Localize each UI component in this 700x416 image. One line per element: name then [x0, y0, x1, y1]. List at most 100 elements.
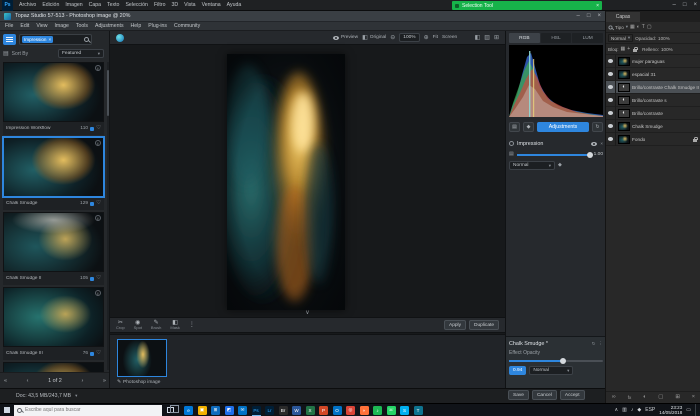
crop-tool[interactable]: ✂ Crop: [116, 320, 125, 331]
layer-name[interactable]: Brillo/contraste Chalk Smudge II: [632, 85, 700, 90]
first-page-icon[interactable]: «: [4, 378, 7, 384]
opacity-slider[interactable]: [517, 154, 591, 156]
search-icon[interactable]: [84, 37, 89, 42]
menu-ayuda[interactable]: Ayuda: [227, 2, 242, 8]
fit-button[interactable]: Fit: [433, 35, 438, 40]
layer-row[interactable]: Chalk Smudge: [606, 120, 700, 133]
notification-center-icon[interactable]: ▭: [686, 408, 691, 413]
layer-row[interactable]: espacial 31: [606, 68, 700, 81]
save-button[interactable]: Save: [508, 390, 529, 400]
single-view-icon[interactable]: ◧: [475, 35, 481, 41]
more-options-icon[interactable]: ⋮: [189, 322, 195, 328]
tab-lum[interactable]: LUM: [572, 33, 603, 43]
zoom-out-icon[interactable]: ⊖: [390, 35, 395, 41]
visibility-toggle[interactable]: [606, 68, 616, 81]
preset-search-input[interactable]: Impression ×: [19, 34, 92, 45]
edit-icon[interactable]: ✎: [117, 380, 121, 385]
basic-adjustments-icon[interactable]: ▤: [509, 122, 520, 132]
taskbar-icon-excel[interactable]: X: [305, 404, 316, 416]
cancel-button[interactable]: Cancel: [532, 390, 557, 400]
taskbar-icon-skype[interactable]: S: [399, 404, 410, 416]
adjustments-button[interactable]: Adjustments: [537, 122, 589, 132]
menu-tools[interactable]: Tools: [76, 23, 88, 29]
tray-battery-icon[interactable]: ◆: [637, 408, 641, 413]
preset-card[interactable]: i Impression Workflow 110 ♡: [3, 62, 104, 135]
search-tag[interactable]: Impression ×: [22, 36, 53, 43]
preset-card[interactable]: i Chalk Smudge II 105 ♡: [3, 212, 104, 285]
tray-expand-icon[interactable]: ∧: [614, 408, 618, 413]
tray-network-icon[interactable]: ▥: [622, 408, 627, 413]
layer-row-background[interactable]: Fondo: [606, 133, 700, 146]
layer-name[interactable]: Brillo/contraste: [632, 111, 700, 116]
brush-tool[interactable]: ✎ Brush: [151, 320, 161, 331]
tray-volume-icon[interactable]: ♪: [631, 408, 634, 413]
maximize-icon[interactable]: □: [683, 2, 687, 8]
layer-thumbnail[interactable]: [618, 57, 630, 66]
taskbar-icon-word[interactable]: W: [291, 404, 302, 416]
taskbar-search[interactable]: [14, 405, 162, 416]
screen-button[interactable]: Screen: [442, 35, 457, 40]
menu-toggle-button[interactable]: [3, 34, 16, 45]
prev-page-icon[interactable]: ‹: [27, 378, 29, 384]
shape-filter-icon[interactable]: ▢: [647, 25, 652, 30]
layer-blend-dropdown[interactable]: Normal ▾: [608, 34, 633, 42]
menu-archivo[interactable]: Archivo: [19, 2, 36, 8]
taskbar-icon-powerpoint[interactable]: P: [318, 404, 329, 416]
zoom-level[interactable]: 100%: [399, 33, 419, 42]
topaz-logo[interactable]: [116, 34, 124, 42]
thumbs-up-icon[interactable]: [90, 277, 94, 281]
layer-name[interactable]: Fondo: [632, 137, 692, 142]
effect-header[interactable]: Chalk Smudge * ↻ ⋮: [509, 339, 603, 349]
preset-card-selected[interactable]: i Chalk Smudge 129 ♡: [3, 137, 104, 210]
canvas-image[interactable]: [227, 54, 345, 310]
lock-position-icon[interactable]: +: [627, 47, 630, 52]
task-view-button[interactable]: [164, 404, 177, 416]
search-input[interactable]: [25, 407, 145, 413]
menu-community[interactable]: Community: [174, 23, 200, 29]
adjustment-layer-icon[interactable]: ◐: [618, 109, 630, 118]
taskbar-icon-lightroom[interactable]: Lr: [264, 404, 275, 416]
collapse-filmstrip-chevron[interactable]: ∨: [110, 310, 505, 316]
lock-pixels-icon[interactable]: ▦: [620, 47, 625, 52]
fill-value[interactable]: 100%: [661, 47, 673, 52]
selection-tool-banner[interactable]: Selection Tool ×: [452, 1, 602, 10]
visibility-toggle[interactable]: [606, 94, 616, 107]
taskbar-icon-whatsapp[interactable]: ☏: [386, 404, 397, 416]
delete-layer-icon[interactable]: ×: [692, 394, 695, 400]
taskbar-icon-firefox[interactable]: ◗: [359, 404, 370, 416]
preset-thumbnail[interactable]: i: [3, 212, 104, 272]
info-icon[interactable]: i: [95, 140, 101, 146]
settings-icon[interactable]: ◆: [558, 163, 562, 168]
zoom-in-icon[interactable]: ⊕: [424, 35, 429, 41]
visibility-eye-icon[interactable]: [591, 142, 597, 146]
effect-opacity-slider[interactable]: [509, 360, 603, 362]
visibility-toggle[interactable]: [606, 81, 616, 94]
menu-plugins[interactable]: Plug-ins: [148, 23, 167, 29]
taskbar-icon-bridge[interactable]: Br: [278, 404, 289, 416]
filter-search-icon[interactable]: [609, 25, 613, 29]
preview-button[interactable]: Preview: [333, 35, 358, 40]
menu-help[interactable]: Help: [131, 23, 142, 29]
show-desktop-button[interactable]: [695, 404, 698, 416]
menu-ventana[interactable]: Ventana: [202, 2, 221, 8]
layer-style-icon[interactable]: fx: [628, 395, 632, 400]
sort-dropdown[interactable]: Featured ▾: [58, 49, 104, 58]
visibility-toggle[interactable]: [606, 107, 616, 120]
menu-dots-icon[interactable]: ⋮: [599, 341, 604, 347]
next-page-icon[interactable]: ›: [81, 378, 83, 384]
taskbar-icon-outlook[interactable]: O: [332, 404, 343, 416]
menu-image[interactable]: Image: [54, 23, 68, 29]
taskbar-icon-store[interactable]: ⊞: [210, 404, 221, 416]
layer-thumbnail[interactable]: [618, 70, 630, 79]
minimize-icon[interactable]: –: [577, 13, 580, 19]
taskbar-icon-chrome[interactable]: ◎: [345, 404, 356, 416]
opacity-value[interactable]: 100%: [658, 36, 670, 41]
topaz-titlebar[interactable]: Topaz Studio 57-513 - Photoshop image @ …: [0, 11, 605, 22]
tab-rgb[interactable]: RGB: [509, 33, 540, 43]
heart-icon[interactable]: ♡: [96, 351, 101, 357]
mask-tool[interactable]: ◧ Mask: [170, 320, 180, 331]
menu-view[interactable]: View: [36, 23, 47, 29]
close-icon[interactable]: ×: [597, 13, 601, 19]
thumbs-up-icon[interactable]: [90, 127, 94, 131]
type-filter-icon[interactable]: T: [642, 25, 645, 30]
